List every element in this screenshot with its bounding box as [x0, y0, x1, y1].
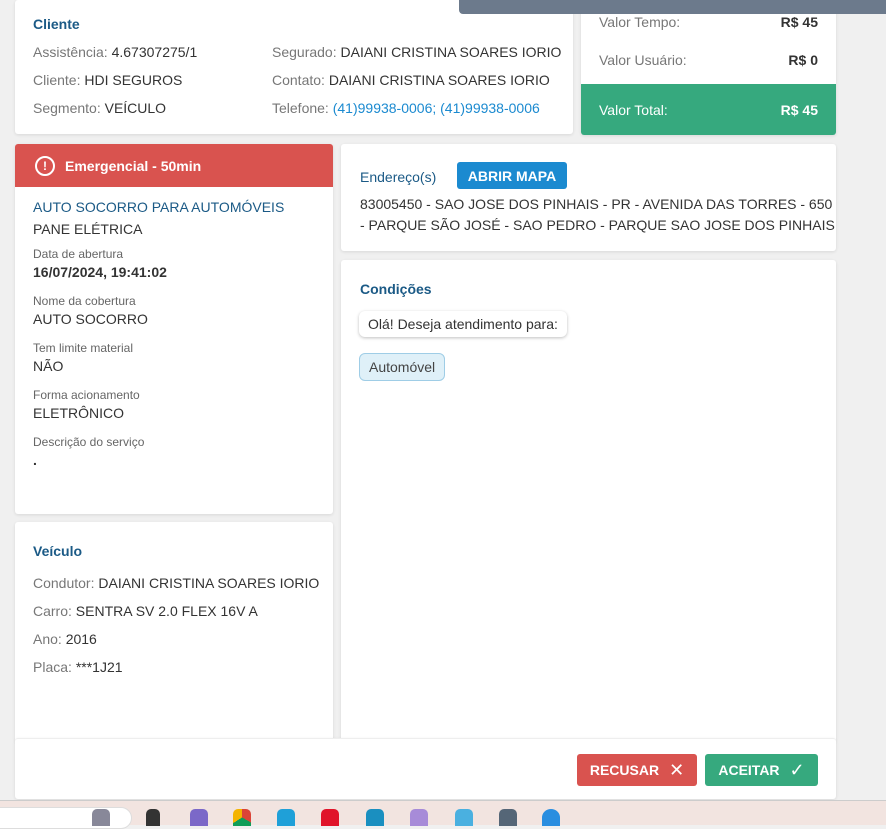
alert-icon: !	[35, 155, 55, 176]
total-bar: Valor Total: R$ 45	[581, 84, 836, 135]
reject-button[interactable]: RECUSAR ✕	[577, 754, 697, 786]
year-field: Ano: 2016	[33, 631, 97, 647]
label: Nome da cobertura	[33, 294, 136, 308]
label: Descrição do serviço	[33, 435, 145, 449]
value: DAIANI CRISTINA SOARES IORIO	[328, 72, 550, 88]
vehicle-card: Veículo Condutor: DAIANI CRISTINA SOARES…	[15, 522, 333, 742]
phone-link[interactable]: (41)99938-0006; (41)99938-0006	[333, 100, 540, 116]
label: Placa:	[33, 659, 72, 675]
label: Tem limite material	[33, 341, 134, 355]
address-title: Endereço(s)	[360, 169, 437, 185]
car-field: Carro: SENTRA SV 2.0 FLEX 16V A	[33, 603, 258, 619]
driver-field: Condutor: DAIANI CRISTINA SOARES IORIO	[33, 575, 319, 591]
user-value: R$ 0	[788, 52, 818, 68]
check-icon: ✓	[789, 759, 805, 780]
trigger-form: Forma acionamento ELETRÔNICO	[33, 388, 315, 421]
insured-field: Segurado: DAIANI CRISTINA SOARES IORIO	[272, 44, 561, 60]
chrome-icon[interactable]	[233, 809, 251, 826]
address-card: Endereço(s) ABRIR MAPA 83005450 - SAO JO…	[341, 144, 836, 251]
label: Forma acionamento	[33, 388, 140, 402]
client-card: Cliente Assistência: 4.67307275/1 Client…	[15, 0, 573, 134]
time-value: R$ 45	[780, 14, 818, 30]
opening-date: Data de abertura 16/07/2024, 19:41:02	[33, 247, 315, 280]
feather-icon[interactable]	[410, 809, 428, 826]
close-icon: ✕	[669, 759, 685, 780]
calculator-icon[interactable]	[499, 809, 517, 826]
label: Cliente:	[33, 72, 81, 88]
coverage-name: Nome da cobertura AUTO SOCORRO	[33, 294, 315, 327]
assistance-field: Assistência: 4.67307275/1	[33, 44, 197, 60]
opera-icon[interactable]	[321, 809, 339, 826]
option-automovel[interactable]: Automóvel	[359, 353, 446, 381]
label: Condutor:	[33, 575, 95, 591]
task-view-icon[interactable]	[146, 809, 160, 826]
total-label: Valor Total:	[599, 102, 668, 118]
search-box[interactable]	[0, 807, 132, 829]
conditions-card: Condições Olá! Deseja atendimento para: …	[341, 260, 836, 742]
tooltip-bar	[459, 0, 886, 14]
label: Segurado:	[272, 44, 337, 60]
vehicle-title: Veículo	[33, 543, 83, 559]
app-icon[interactable]	[366, 809, 384, 826]
user-value-label: Valor Usuário:	[599, 52, 687, 68]
accept-button[interactable]: ACEITAR ✓	[705, 754, 818, 786]
taskbar	[0, 800, 886, 829]
value: HDI SEGUROS	[84, 72, 183, 88]
value: NÃO	[33, 358, 64, 374]
value: 4.67307275/1	[111, 44, 198, 60]
open-map-button[interactable]: ABRIR MAPA	[457, 162, 567, 189]
value: 16/07/2024, 19:41:02	[33, 264, 167, 280]
notepad-icon[interactable]	[455, 809, 473, 826]
value: AUTO SOCORRO	[33, 311, 148, 327]
value: ELETRÔNICO	[33, 405, 125, 421]
teams-icon[interactable]	[190, 809, 208, 826]
segment-field: Segmento: VEÍCULO	[33, 100, 166, 116]
total-value: R$ 45	[780, 102, 818, 118]
problem: PANE ELÉTRICA	[33, 221, 143, 237]
edge-icon[interactable]	[277, 809, 295, 826]
values-card: Valor Tempo: R$ 45 Valor Usuário: R$ 0 V…	[581, 0, 836, 135]
accept-label: ACEITAR	[718, 762, 780, 778]
address-line-2: - PARQUE SÃO JOSÉ - SAO PEDRO - PARQUE S…	[360, 217, 835, 233]
label: Segmento:	[33, 100, 101, 116]
label: Contato:	[272, 72, 325, 88]
emergency-badge: ! Emergencial - 50min	[15, 144, 333, 187]
material-limit: Tem limite material NÃO	[33, 341, 315, 374]
value: DAIANI CRISTINA SOARES IORIO	[98, 575, 320, 591]
value: DAIANI CRISTINA SOARES IORIO	[340, 44, 562, 60]
plate-field: Placa: ***1J21	[33, 659, 123, 675]
value: SENTRA SV 2.0 FLEX 16V A	[75, 603, 258, 619]
reject-label: RECUSAR	[589, 762, 660, 778]
value: VEÍCULO	[104, 100, 167, 116]
client-field: Cliente: HDI SEGUROS	[33, 72, 182, 88]
action-bar: RECUSAR ✕ ACEITAR ✓	[15, 738, 836, 799]
phone-field: Telefone: (41)99938-0006; (41)99938-0006	[272, 100, 540, 116]
badge-text: Emergencial - 50min	[65, 157, 202, 174]
address-line-1: 83005450 - SAO JOSE DOS PINHAIS - PR - A…	[360, 196, 833, 212]
contact-field: Contato: DAIANI CRISTINA SOARES IORIO	[272, 72, 550, 88]
service-card: ! Emergencial - 50min AUTO SOCORRO PARA …	[15, 144, 333, 514]
service-type: AUTO SOCORRO PARA AUTOMÓVEIS	[33, 199, 285, 215]
label: Data de abertura	[33, 247, 124, 261]
value: 2016	[65, 631, 97, 647]
label: Telefone:	[272, 100, 329, 116]
phone-icon[interactable]	[542, 809, 560, 826]
label: Ano:	[33, 631, 62, 647]
value: ***1J21	[75, 659, 123, 675]
widget-icon[interactable]	[92, 809, 110, 826]
label: Carro:	[33, 603, 72, 619]
value: .	[33, 452, 37, 468]
chat-message: Olá! Deseja atendimento para:	[359, 311, 567, 337]
time-value-label: Valor Tempo:	[599, 14, 681, 30]
label: Assistência:	[33, 44, 108, 60]
conditions-title: Condições	[360, 281, 432, 297]
service-description: Descrição do serviço.	[33, 435, 315, 468]
client-title: Cliente	[33, 16, 80, 32]
